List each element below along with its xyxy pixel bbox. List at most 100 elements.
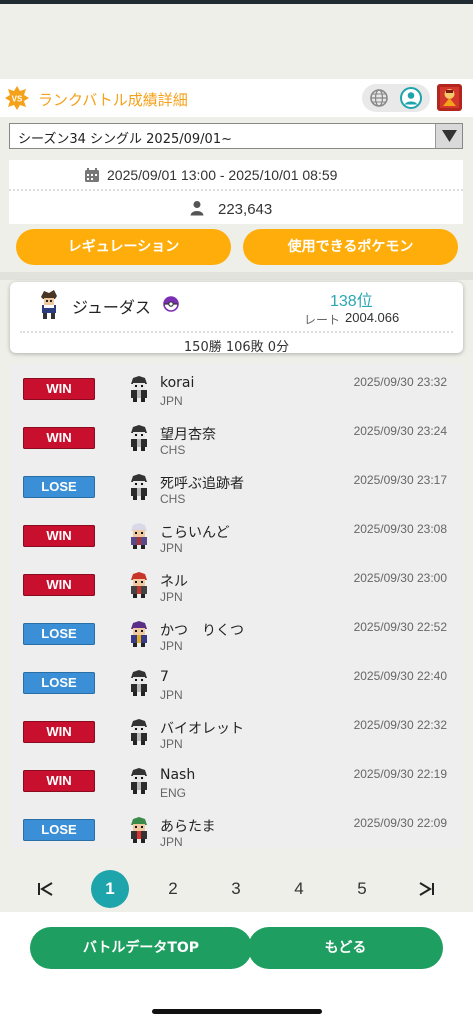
season-select[interactable]: シーズン34 シングル 2025/09/01~ bbox=[9, 123, 463, 149]
battle-data-top-button[interactable]: バトルデータTOP bbox=[30, 927, 252, 969]
battle-timestamp: 2025/09/30 22:52 bbox=[353, 620, 447, 634]
opponent-language: ENG bbox=[160, 786, 187, 800]
regulation-button[interactable]: レギュレーション bbox=[16, 229, 231, 265]
section-divider bbox=[0, 272, 473, 280]
win-badge: WIN bbox=[23, 525, 95, 547]
pagination: 12345 bbox=[0, 862, 473, 912]
battle-timestamp: 2025/09/30 23:24 bbox=[353, 424, 447, 438]
globe-icon[interactable] bbox=[369, 88, 389, 108]
player-summary-card: ジューダス 138位 レート 2004.066 150勝 106敗 0分 bbox=[10, 282, 463, 355]
season-period-row: 2025/09/01 13:00 - 2025/10/01 08:59 bbox=[9, 160, 463, 191]
battle-row[interactable]: WIN 望月杏奈 CHS 2025/09/30 23:24 bbox=[10, 413, 463, 462]
bottom-action-bar: バトルデータTOP もどる bbox=[0, 912, 473, 1024]
battle-row[interactable]: LOSE 7 JPN 2025/09/30 22:40 bbox=[10, 658, 463, 707]
page-1-button[interactable]: 1 bbox=[91, 870, 129, 908]
lose-badge: LOSE bbox=[23, 672, 95, 694]
trainer-green-hat-icon bbox=[131, 817, 147, 843]
battle-timestamp: 2025/09/30 22:40 bbox=[353, 669, 447, 683]
battle-timestamp: 2025/09/30 22:19 bbox=[353, 767, 447, 781]
battle-row[interactable]: LOSE かつ りくつ JPN 2025/09/30 22:52 bbox=[10, 609, 463, 658]
opponent-name: バイオレット bbox=[160, 721, 244, 737]
person-icon bbox=[190, 201, 204, 216]
calendar-icon bbox=[85, 168, 99, 182]
opponent-language: CHS bbox=[160, 443, 186, 457]
win-loss-record: 150勝 106敗 0分 bbox=[183, 340, 290, 355]
opponent-name: かつ りくつ bbox=[160, 623, 244, 639]
rate-value: 2004.066 bbox=[345, 310, 400, 325]
page-2-button[interactable]: 2 bbox=[154, 870, 192, 908]
last-page-button[interactable] bbox=[407, 870, 445, 908]
season-select-value: シーズン34 シングル 2025/09/01~ bbox=[18, 132, 232, 147]
card-divider bbox=[20, 331, 453, 333]
trainer-red-cap-icon bbox=[131, 572, 147, 598]
dropdown-toggle[interactable] bbox=[435, 124, 462, 148]
usable-pokemon-button[interactable]: 使用できるポケモン bbox=[243, 229, 458, 265]
battle-timestamp: 2025/09/30 23:00 bbox=[353, 571, 447, 585]
chevron-down-icon bbox=[442, 130, 457, 142]
opponent-language: JPN bbox=[160, 590, 183, 604]
win-badge: WIN bbox=[23, 574, 95, 596]
opponent-language: JPN bbox=[160, 394, 183, 408]
lose-badge: LOSE bbox=[23, 476, 95, 498]
battle-row[interactable]: LOSE 死呼ぶ追跡者 CHS 2025/09/30 23:17 bbox=[10, 462, 463, 511]
season-info: 2025/09/01 13:00 - 2025/10/01 08:59 223,… bbox=[9, 160, 463, 224]
battle-timestamp: 2025/09/30 22:32 bbox=[353, 718, 447, 732]
trainer-generic-icon bbox=[131, 719, 147, 745]
first-page-button[interactable] bbox=[27, 870, 65, 908]
win-badge: WIN bbox=[23, 770, 95, 792]
rate-label: レート bbox=[304, 313, 341, 327]
opponent-name: こらいんど bbox=[160, 525, 230, 541]
participant-count: 223,643 bbox=[218, 201, 273, 218]
page-4-button[interactable]: 4 bbox=[280, 870, 318, 908]
opponent-language: CHS bbox=[160, 492, 186, 506]
opponent-name: ネル bbox=[160, 574, 188, 590]
opponent-name: 7 bbox=[160, 669, 169, 685]
win-badge: WIN bbox=[23, 721, 95, 743]
header-icon-group bbox=[362, 84, 430, 112]
opponent-language: JPN bbox=[160, 835, 183, 848]
battle-row[interactable]: WIN korai JPN 2025/09/30 23:32 bbox=[10, 364, 463, 413]
participants-row: 223,643 bbox=[9, 193, 463, 224]
page-5-button[interactable]: 5 bbox=[343, 870, 381, 908]
app-header: VS ランクバトル成績詳細 bbox=[0, 79, 473, 117]
battle-timestamp: 2025/09/30 23:17 bbox=[353, 473, 447, 487]
season-period: 2025/09/01 13:00 - 2025/10/01 08:59 bbox=[107, 167, 338, 183]
trainer-generic-icon bbox=[131, 670, 147, 696]
trainer-generic-icon bbox=[131, 425, 147, 451]
opponent-language: JPN bbox=[160, 639, 183, 653]
back-button[interactable]: もどる bbox=[248, 927, 443, 969]
trainer-white-hair-icon bbox=[131, 523, 147, 549]
battle-row[interactable]: WIN こらいんど JPN 2025/09/30 23:08 bbox=[10, 511, 463, 560]
battle-history-list[interactable]: WIN korai JPN 2025/09/30 23:32 WIN 望月杏奈 CHS 202… bbox=[10, 364, 463, 848]
battle-timestamp: 2025/09/30 22:09 bbox=[353, 816, 447, 830]
master-ball-icon bbox=[163, 296, 179, 312]
status-bar bbox=[0, 0, 473, 4]
trainer-generic-icon bbox=[131, 376, 147, 402]
first-page-icon bbox=[38, 882, 53, 896]
opponent-language: JPN bbox=[160, 688, 183, 702]
trainer-purple-hair-icon bbox=[131, 621, 147, 647]
opponent-language: JPN bbox=[160, 737, 183, 751]
svg-text:VS: VS bbox=[12, 95, 23, 104]
battle-row[interactable]: WIN Nash ENG 2025/09/30 22:19 bbox=[10, 756, 463, 805]
battle-row[interactable]: WIN ネル JPN 2025/09/30 23:00 bbox=[10, 560, 463, 609]
page-title: ランクバトル成績詳細 bbox=[38, 91, 188, 109]
lose-badge: LOSE bbox=[23, 623, 95, 645]
trainer-avatar-icon bbox=[440, 87, 459, 108]
trainer-generic-icon bbox=[131, 474, 147, 500]
player-name: ジューダス bbox=[72, 298, 151, 317]
page-3-button[interactable]: 3 bbox=[217, 870, 255, 908]
home-indicator bbox=[152, 1009, 322, 1014]
trainer-card-button[interactable] bbox=[437, 84, 462, 111]
opponent-name: あらたま bbox=[160, 819, 216, 835]
vs-badge-icon: VS bbox=[5, 86, 29, 110]
battle-row[interactable]: WIN バイオレット JPN 2025/09/30 22:32 bbox=[10, 707, 463, 756]
opponent-name: 死呼ぶ追跡者 bbox=[160, 476, 244, 492]
opponent-name: korai bbox=[160, 375, 195, 391]
battle-timestamp: 2025/09/30 23:08 bbox=[353, 522, 447, 536]
win-badge: WIN bbox=[23, 427, 95, 449]
opponent-name: 望月杏奈 bbox=[160, 427, 216, 443]
battle-row[interactable]: LOSE あらたま JPN 2025/09/30 22:09 bbox=[10, 805, 463, 848]
user-profile-icon[interactable] bbox=[400, 87, 422, 109]
player-rank: 138位 bbox=[330, 293, 373, 310]
